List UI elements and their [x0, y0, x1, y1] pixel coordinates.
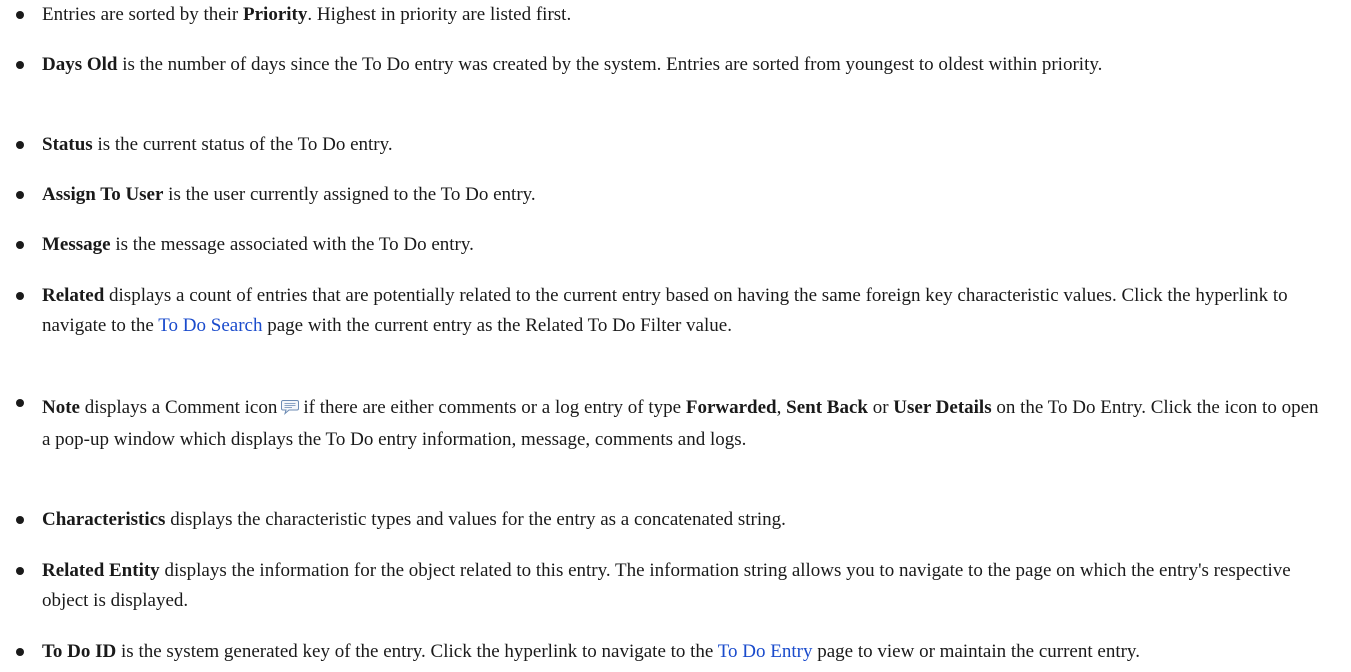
item-text: is the number of days since the To Do en… — [117, 54, 1103, 75]
list-item-related-entity: Related Entity displays the information … — [16, 556, 1331, 616]
item-text: page with the current entry as the Relat… — [262, 315, 732, 336]
bullet — [16, 241, 24, 249]
item-text: is the user currently assigned to the To… — [163, 184, 536, 205]
separator: or — [867, 397, 894, 418]
item-text: is the system generated key of the entry… — [116, 641, 718, 662]
item-text: is the current status of the To Do entry… — [92, 134, 393, 155]
item-text: is the message associated with the To Do… — [110, 234, 474, 255]
to-do-entry-link[interactable]: To Do Entry — [718, 641, 813, 662]
bullet — [16, 292, 24, 300]
bullet — [16, 11, 24, 19]
list-item-assign-to-user: Assign To User is the user currently ass… — [16, 180, 1331, 210]
bullet — [16, 399, 24, 407]
to-do-search-link[interactable]: To Do Search — [158, 315, 262, 336]
term-days-old: Days Old — [42, 54, 118, 75]
term-status: Status — [42, 134, 93, 155]
bullet — [16, 516, 24, 524]
item-text: Entries are sorted by their — [42, 4, 244, 25]
list-item-days-old: Days Old is the number of days since the… — [16, 50, 1331, 80]
document-page: Entries are sorted by their Priority. Hi… — [0, 0, 1351, 672]
item-text: if there are either comments or a log en… — [303, 397, 686, 418]
list-item-characteristics: Characteristics displays the characteris… — [16, 505, 1331, 535]
comment-icon — [281, 395, 300, 425]
term-sent-back: Sent Back — [786, 397, 868, 418]
item-text: displays the characteristic types and va… — [165, 509, 786, 530]
item-text: displays a Comment icon — [79, 397, 278, 418]
bullet — [16, 648, 24, 656]
item-text: page to view or maintain the current ent… — [812, 641, 1140, 662]
item-text: displays the information for the object … — [42, 560, 1291, 611]
bullet — [16, 567, 24, 575]
term-related-entity: Related Entity — [42, 560, 160, 581]
term-note: Note — [42, 397, 80, 418]
separator: , — [776, 397, 787, 418]
term-characteristics: Characteristics — [42, 509, 166, 530]
bullet — [16, 61, 24, 69]
bullet — [16, 141, 24, 149]
term-priority: Priority — [243, 4, 308, 25]
list-item-note: Note displays a Comment icon if there are… — [16, 393, 1331, 455]
bullet — [16, 191, 24, 199]
term-related: Related — [42, 285, 105, 306]
term-to-do-id: To Do ID — [42, 641, 117, 662]
term-forwarded: Forwarded — [685, 397, 777, 418]
term-message: Message — [42, 234, 111, 255]
list-item-related: Related displays a count of entries that… — [16, 281, 1331, 341]
term-user-details: User Details — [893, 397, 992, 418]
list-item-to-do-id: To Do ID is the system generated key of … — [16, 637, 1331, 667]
list-item-priority: Entries are sorted by their Priority. Hi… — [16, 0, 1331, 30]
item-text: . Highest in priority are listed first. — [307, 4, 572, 25]
list-item-status: Status is the current status of the To D… — [16, 130, 1331, 160]
term-assign-to-user: Assign To User — [42, 184, 164, 205]
list-item-message: Message is the message associated with t… — [16, 230, 1331, 260]
